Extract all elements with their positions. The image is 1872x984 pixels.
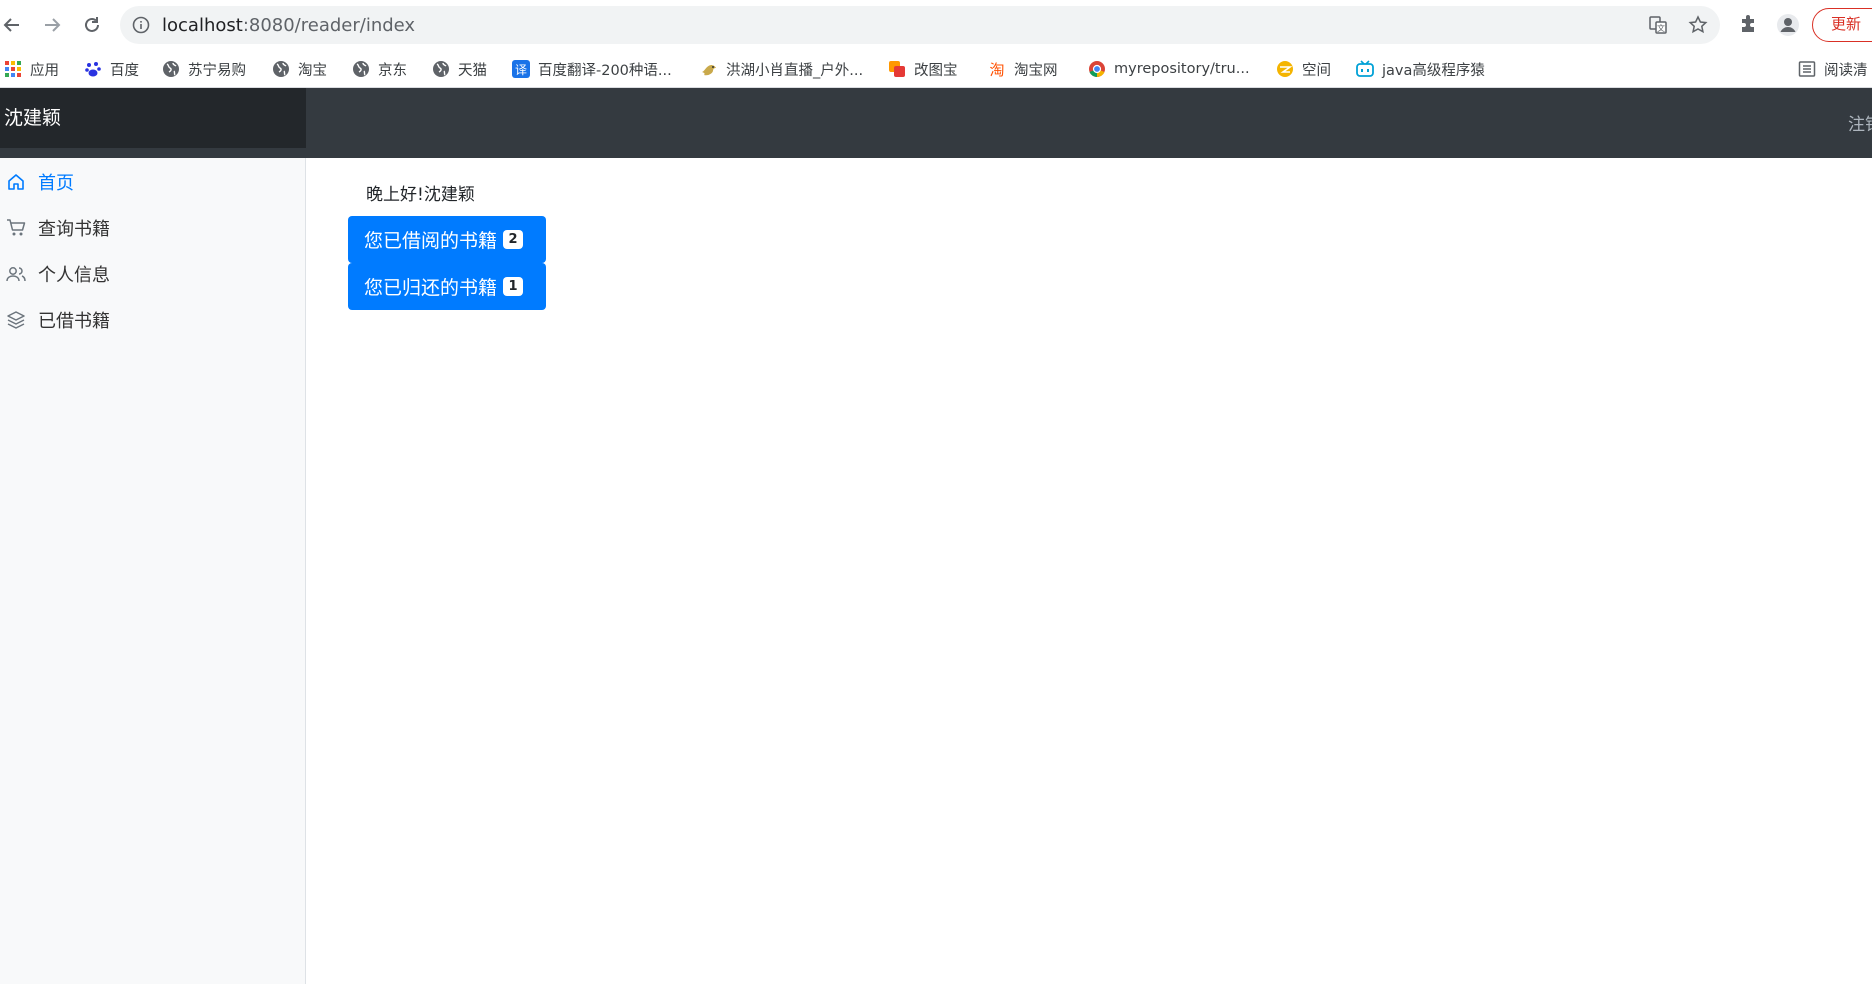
forward-arrow-icon	[45, 18, 61, 32]
bookmark-tmall[interactable]: 天猫	[432, 56, 487, 82]
bookmark-label: java高级程序猿	[1382, 62, 1485, 79]
taobao-icon: 淘	[989, 61, 1004, 78]
app-header: 沈建颖 注销	[0, 88, 1872, 158]
url-host: localhost	[162, 15, 243, 36]
url-path: :8080/reader/index	[242, 15, 416, 36]
bookmark-label: 百度翻译-200种语...	[538, 62, 672, 79]
sidebar-item-search-books[interactable]: 查询书籍	[6, 214, 110, 242]
sidebar: 首页 查询书籍 个人信息 已借书籍	[0, 158, 306, 984]
borrowed-books-button[interactable]: 您已借阅的书籍 2	[348, 216, 546, 263]
users-icon	[6, 267, 26, 282]
site-info-icon[interactable]	[132, 16, 150, 34]
reload-button[interactable]	[76, 9, 108, 41]
reading-list-label: 阅读清	[1824, 62, 1868, 79]
bookmark-taobao[interactable]: 淘宝	[272, 56, 327, 82]
bookmark-label: 天猫	[458, 62, 487, 79]
svg-text:译: 译	[515, 63, 527, 77]
apps-grid-icon	[5, 61, 21, 77]
layers-icon	[7, 311, 25, 329]
globe-icon	[273, 61, 289, 77]
sidebar-item-label: 已借书籍	[38, 311, 110, 332]
greeting-text: 晚上好!沈建颖	[366, 185, 475, 205]
svg-text:文: 文	[1657, 23, 1665, 33]
image-editor-icon	[889, 61, 905, 77]
globe-icon	[353, 61, 369, 77]
borrowed-books-label: 您已借阅的书籍	[364, 230, 498, 252]
bilibili-icon	[1356, 60, 1374, 77]
bookmark-apps[interactable]: 应用	[4, 56, 59, 82]
bookmark-taobao-net[interactable]: 淘 淘宝网	[988, 56, 1058, 82]
translate-page-icon[interactable]: 文	[1648, 15, 1668, 35]
brand-title[interactable]: 沈建颖	[0, 88, 306, 148]
bookmark-star-icon[interactable]	[1688, 15, 1708, 35]
bookmark-label: 百度	[110, 62, 139, 79]
bookmark-baidu[interactable]: 百度	[84, 56, 139, 82]
bookmark-honghu-live[interactable]: 洪湖小肖直播_户外...	[700, 56, 863, 82]
sidebar-item-borrowed-books[interactable]: 已借书籍	[6, 306, 110, 334]
sidebar-item-home[interactable]: 首页	[6, 168, 74, 196]
globe-icon	[433, 61, 449, 77]
profile-avatar-icon[interactable]	[1776, 13, 1800, 37]
bookmark-label: 空间	[1302, 62, 1331, 79]
home-icon	[8, 174, 24, 190]
bookmark-java-coder[interactable]: java高级程序猿	[1356, 56, 1485, 82]
bird-icon	[702, 65, 716, 76]
bookmark-label: 京东	[378, 62, 407, 79]
bookmark-myrepository[interactable]: myrepository/tru...	[1088, 56, 1250, 82]
bookmark-jd[interactable]: 京东	[352, 56, 407, 82]
chrome-icon	[1089, 61, 1105, 78]
back-arrow-icon	[3, 18, 19, 32]
bookmark-label: 苏宁易购	[188, 62, 246, 79]
bookmark-label: myrepository/tru...	[1114, 61, 1250, 77]
reading-list[interactable]: 阅读清	[1798, 56, 1868, 82]
bookmark-baidu-translate[interactable]: 译 百度翻译-200种语...	[512, 56, 672, 82]
returned-books-button[interactable]: 您已归还的书籍 1	[348, 263, 546, 310]
bookmark-label: 改图宝	[914, 62, 958, 79]
baidu-paw-icon	[85, 62, 101, 77]
sidebar-item-label: 查询书籍	[38, 219, 110, 240]
reload-icon	[85, 17, 99, 32]
browser-toolbar: localhost:8080/reader/index 文 更新	[0, 0, 1872, 50]
svg-text:淘: 淘	[989, 61, 1004, 78]
update-browser-button[interactable]: 更新	[1812, 8, 1872, 42]
bookmark-label: 洪湖小肖直播_户外...	[726, 62, 864, 79]
bookmark-qzone[interactable]: 空间	[1276, 56, 1331, 82]
back-button[interactable]	[0, 9, 28, 41]
bookmark-label: 淘宝网	[1014, 62, 1058, 79]
translate-icon: 译	[512, 60, 530, 78]
globe-icon	[163, 61, 179, 77]
borrowed-count-badge: 2	[503, 230, 524, 249]
forward-button[interactable]	[36, 9, 68, 41]
sidebar-item-label: 个人信息	[38, 265, 110, 286]
bookmark-label: 淘宝	[298, 62, 327, 79]
qzone-icon	[1277, 61, 1293, 77]
returned-books-label: 您已归还的书籍	[364, 277, 498, 299]
cart-icon	[7, 219, 26, 236]
url-text[interactable]: localhost:8080/reader/index	[162, 15, 415, 36]
bookmarks-bar: 应用 百度 苏宁易购 淘宝 京东 天猫 译 百度翻译-200种语... 洪湖小肖	[0, 50, 1872, 88]
browser-chrome: localhost:8080/reader/index 文 更新 应用 百度 苏…	[0, 0, 1872, 88]
bookmark-gaitubao[interactable]: 改图宝	[888, 56, 958, 82]
logout-link[interactable]: 注销	[1848, 110, 1872, 135]
bookmark-label: 应用	[30, 62, 59, 79]
sidebar-item-profile[interactable]: 个人信息	[6, 260, 110, 288]
reading-list-icon	[1798, 61, 1816, 77]
sidebar-item-label: 首页	[38, 173, 74, 194]
extensions-puzzle-icon[interactable]	[1737, 13, 1761, 37]
returned-count-badge: 1	[503, 277, 524, 296]
bookmark-suning[interactable]: 苏宁易购	[162, 56, 246, 82]
address-bar[interactable]: localhost:8080/reader/index 文	[120, 6, 1720, 44]
